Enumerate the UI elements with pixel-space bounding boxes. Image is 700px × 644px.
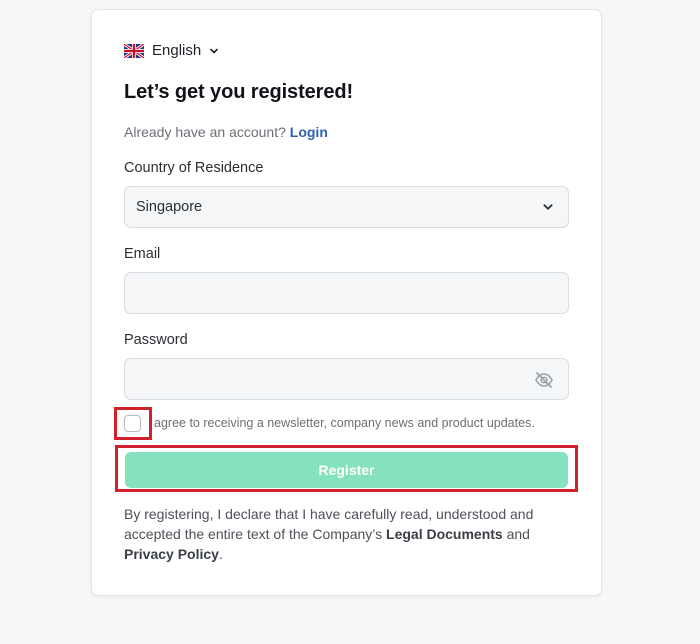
register-button[interactable]: Register xyxy=(125,452,568,488)
newsletter-checkbox[interactable] xyxy=(124,415,141,432)
email-label: Email xyxy=(124,246,161,262)
newsletter-checkbox-highlight xyxy=(114,407,152,440)
email-field[interactable] xyxy=(125,273,568,313)
language-label: English xyxy=(152,42,202,59)
registration-card: English Let’s get you registered! Alread… xyxy=(91,9,602,596)
language-selector[interactable]: English xyxy=(124,42,219,59)
privacy-policy-link[interactable]: Privacy Policy xyxy=(124,546,219,562)
chevron-down-icon xyxy=(210,48,219,53)
declaration-text: By registering, I declare that I have ca… xyxy=(124,504,574,564)
email-field-wrapper xyxy=(124,272,569,314)
legal-documents-link[interactable]: Legal Documents xyxy=(386,526,503,542)
country-label: Country of Residence xyxy=(124,160,264,176)
password-field[interactable] xyxy=(125,359,568,399)
country-select[interactable]: Singapore xyxy=(124,186,569,228)
login-link[interactable]: Login xyxy=(290,124,328,140)
already-account-prefix: Already have an account? xyxy=(124,124,286,140)
password-label: Password xyxy=(124,332,188,348)
chevron-down-icon xyxy=(543,204,553,210)
declaration-and: and xyxy=(506,526,530,542)
register-button-highlight: Register xyxy=(115,445,578,492)
eye-off-icon[interactable] xyxy=(534,370,554,390)
page-title: Let’s get you registered! xyxy=(124,81,354,103)
already-account-text: Already have an account? Login xyxy=(124,124,328,140)
newsletter-text: agree to receiving a newsletter, company… xyxy=(154,416,535,430)
uk-flag-icon xyxy=(124,43,144,58)
declaration-suffix: . xyxy=(218,546,223,562)
country-value: Singapore xyxy=(136,199,203,215)
password-field-wrapper xyxy=(124,358,569,400)
